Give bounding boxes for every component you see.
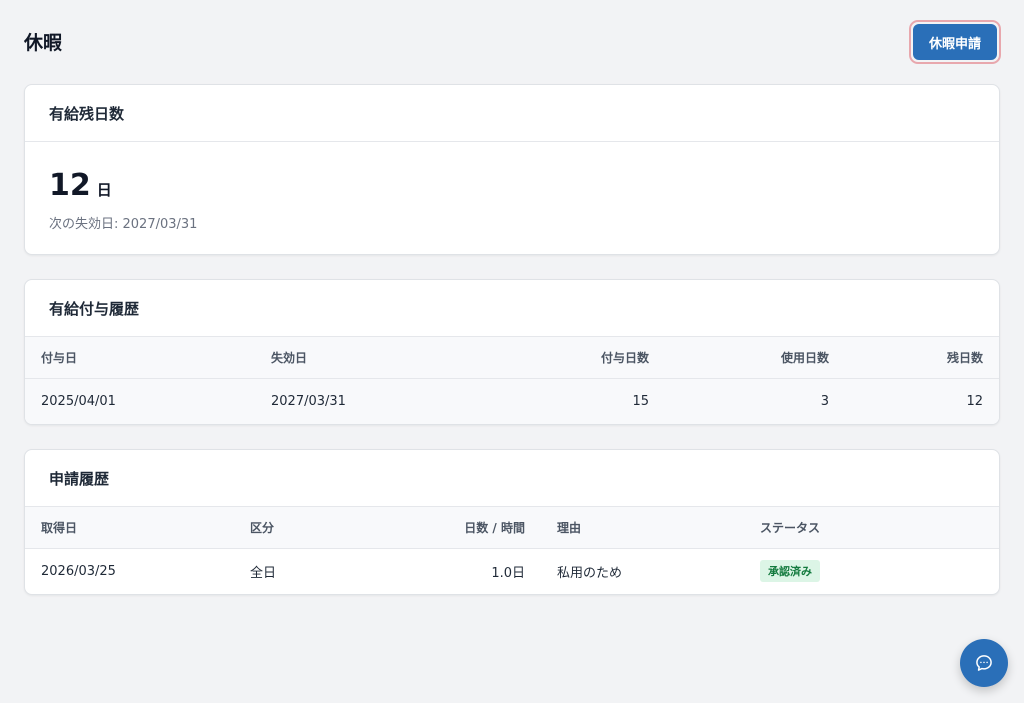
page-header: 休暇 休暇申請 — [24, 0, 1001, 84]
request-history-table: 取得日 区分 日数 / 時間 理由 ステータス 2026/03/25 全日 1.… — [25, 507, 999, 594]
chat-button[interactable] — [960, 639, 1008, 687]
balance-value: 12 日 — [49, 168, 975, 203]
balance-unit: 日 — [96, 181, 112, 199]
remaining-days-cell: 12 — [966, 393, 983, 409]
column-header-reason: 理由 — [541, 507, 744, 549]
table-header-row: 取得日 区分 日数 / 時間 理由 ステータス — [25, 507, 999, 549]
column-header-granted-days: 付与日数 — [485, 337, 665, 379]
balance-body: 12 日 次の失効日: 2027/03/31 — [25, 142, 999, 254]
leave-request-button[interactable]: 休暇申請 — [912, 24, 997, 60]
leave-page: 休暇 休暇申請 有給残日数 12 日 次の失効日: 2027/03/31 有給付… — [0, 0, 1024, 703]
status-cell: 承認済み — [744, 548, 999, 594]
next-expiry-date: 次の失効日: 2027/03/31 — [49, 217, 198, 232]
reason-cell: 私用のため — [557, 565, 623, 581]
granted-days-cell: 15 — [632, 393, 649, 409]
grant-history-title: 有給付与履歴 — [25, 280, 999, 337]
table-header-row: 付与日 失効日 付与日数 使用日数 残日数 — [25, 337, 999, 379]
chat-bubble-icon — [974, 653, 994, 673]
column-header-remaining-days: 残日数 — [845, 337, 999, 379]
request-history-title: 申請履歴 — [25, 450, 999, 507]
balance-days: 12 — [49, 168, 91, 203]
amount-cell: 1.0日 — [491, 565, 525, 581]
column-header-used-days: 使用日数 — [665, 337, 845, 379]
column-header-grant-date: 付与日 — [25, 337, 255, 379]
column-header-status: ステータス — [744, 507, 999, 549]
balance-card: 有給残日数 12 日 次の失効日: 2027/03/31 — [24, 84, 1000, 255]
table-row: 2025/04/01 2027/03/31 15 3 12 — [25, 378, 999, 424]
grant-date-cell: 2025/04/01 — [41, 393, 116, 409]
date-cell: 2026/03/25 — [41, 563, 116, 579]
request-button-focus-ring: 休暇申請 — [908, 20, 1001, 64]
column-header-expiry-date: 失効日 — [255, 337, 485, 379]
column-header-type: 区分 — [234, 507, 374, 549]
used-days-cell: 3 — [820, 393, 829, 409]
request-history-card: 申請履歴 取得日 区分 日数 / 時間 理由 ステータス 2026/03/25 … — [24, 449, 1000, 595]
grant-history-table: 付与日 失効日 付与日数 使用日数 残日数 2025/04/01 2027/03… — [25, 337, 999, 424]
column-header-amount: 日数 / 時間 — [374, 507, 541, 549]
balance-card-title: 有給残日数 — [25, 85, 999, 142]
page-title: 休暇 — [24, 32, 63, 54]
expiry-date-cell: 2027/03/31 — [271, 393, 346, 409]
type-cell: 全日 — [250, 565, 277, 581]
column-header-date: 取得日 — [25, 507, 234, 549]
table-row[interactable]: 2026/03/25 全日 1.0日 私用のため 承認済み — [25, 548, 999, 594]
status-badge: 承認済み — [760, 560, 820, 583]
grant-history-card: 有給付与履歴 付与日 失効日 付与日数 使用日数 残日数 2025/04/01 … — [24, 279, 1000, 425]
